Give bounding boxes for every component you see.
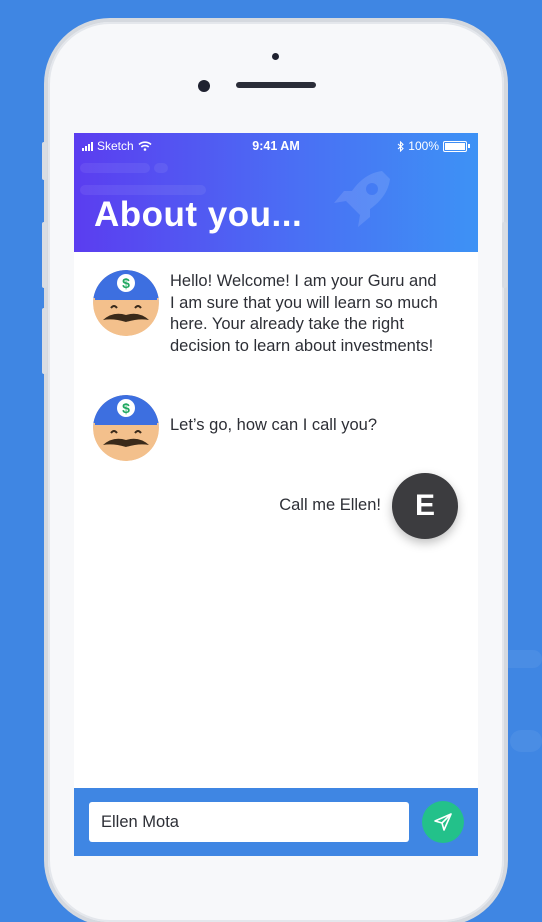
phone-side-button: [42, 308, 47, 374]
background-decoration: [500, 650, 542, 668]
bluetooth-icon: [397, 140, 405, 152]
message-composer: [74, 788, 478, 856]
background-decoration: [510, 730, 542, 752]
message-line: here. Your already take the right: [170, 315, 404, 333]
rocket-icon: [334, 171, 390, 227]
message-line: Let’s go, how can I call you?: [170, 416, 377, 434]
message-input[interactable]: [89, 802, 409, 842]
send-icon: [434, 813, 452, 831]
phone-speaker: [236, 82, 316, 88]
message-line: Hello! Welcome! I am your Guru and: [170, 272, 437, 290]
battery-icon: [443, 140, 467, 152]
header-decoration: [154, 163, 168, 173]
phone-sensor: [272, 53, 279, 60]
phone-side-button: [502, 222, 507, 288]
guru-avatar-icon: $: [93, 395, 159, 461]
user-avatar: E: [392, 473, 458, 539]
status-bar: Sketch 9:41 AM 100%: [74, 133, 478, 159]
guru-message: Hello! Welcome! I am your Guru and I am …: [170, 271, 470, 357]
user-message: Call me Ellen!: [204, 495, 381, 517]
message-line: I am sure that you will learn so much: [170, 293, 438, 312]
status-right: 100%: [397, 139, 470, 153]
svg-text:$: $: [122, 400, 130, 416]
guru-message: Let’s go, how can I call you?: [170, 415, 470, 437]
phone-side-button: [42, 142, 47, 180]
svg-text:$: $: [122, 275, 130, 291]
app-screen: Sketch 9:41 AM 100% About you... $ Hello…: [74, 133, 478, 856]
user-message-text: Call me Ellen!: [279, 496, 381, 514]
app-header: Sketch 9:41 AM 100% About you...: [74, 133, 478, 252]
send-button[interactable]: [422, 801, 464, 843]
guru-avatar-icon: $: [93, 270, 159, 336]
header-decoration: [80, 185, 206, 195]
battery-tip: [468, 144, 470, 148]
header-decoration: [80, 163, 150, 173]
battery-percent: 100%: [408, 139, 439, 153]
message-line: decision to learn about investments!: [170, 336, 434, 355]
page-title: About you...: [94, 195, 303, 234]
phone-camera: [198, 80, 210, 92]
phone-side-button: [42, 222, 47, 288]
